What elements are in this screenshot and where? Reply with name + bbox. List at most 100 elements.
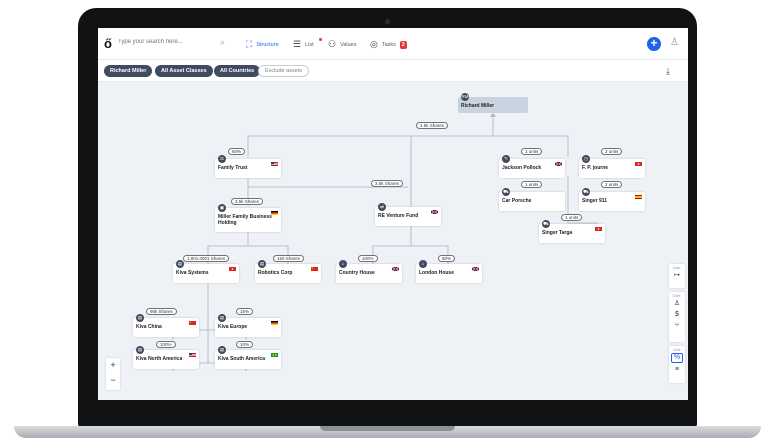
entity-node-kiva-europe[interactable]: ▤ Kiva Europe: [215, 314, 281, 337]
asset-node-fp-journe[interactable]: ◷ F. P. journe: [579, 155, 645, 178]
flag-uk-icon: [555, 162, 562, 166]
arrows-icon[interactable]: ↦: [669, 270, 685, 281]
ownership-pill: 1.5k Shares: [416, 122, 449, 129]
ownership-pill: 150 Shares: [273, 255, 305, 262]
zoom-controls: + −: [106, 358, 120, 390]
dollar-icon[interactable]: $: [669, 309, 685, 320]
top-bar: ő ⌕ ⛶ Structure ☰ List ⚇ Values ◎ Tasks …: [98, 28, 688, 60]
tab-values-label: Values: [340, 41, 357, 48]
exclude-assets-button[interactable]: Exclude assets: [258, 65, 309, 77]
list-notification-dot: [319, 38, 322, 41]
zoom-in-icon[interactable]: +: [106, 358, 120, 373]
flag-de-icon: [271, 211, 278, 215]
tab-structure-label: Structure: [256, 41, 279, 48]
tab-structure[interactable]: ⛶ Structure: [246, 39, 279, 50]
asset-node-jackson-pollock[interactable]: ✎ Jackson Pollock: [499, 155, 565, 178]
node-label: Family Trust: [218, 165, 248, 171]
holding-icon: ▣: [218, 204, 226, 212]
app-logo-icon[interactable]: ő: [104, 36, 112, 51]
trust-icon: ⚖: [218, 155, 226, 163]
node-label: Singer Targa: [542, 230, 573, 236]
ownership-pill: 2 units: [601, 148, 623, 155]
entity-node-kiva-china[interactable]: ▤ Kiva China: [133, 314, 199, 337]
node-label: RE Venture Fund: [378, 213, 419, 219]
watch-icon: ◷: [582, 155, 590, 163]
node-label: Robotics Corp: [258, 270, 293, 276]
flag-ch-icon: [595, 227, 602, 231]
entity-node-re-venture[interactable]: ⇄ RE Venture Fund: [375, 203, 441, 226]
company-icon: ▤: [218, 346, 226, 354]
person-icon: RM: [461, 93, 469, 101]
filter-chip-asset-classes[interactable]: All Asset Classes: [155, 65, 213, 77]
ownership-pill: 15%: [236, 308, 254, 315]
filter-bar: Richard Miller All Asset Classes All Cou…: [98, 60, 688, 82]
ownership-pill: 1 units: [521, 148, 543, 155]
entity-node-kiva-north-america[interactable]: ▤ Kiva North America: [133, 346, 199, 369]
root-node[interactable]: RM Richard Miller: [458, 93, 528, 113]
calc-panel: Calc. ↦: [669, 264, 685, 288]
app-screen: ő ⌕ ⛶ Structure ☰ List ⚇ Values ◎ Tasks …: [98, 28, 688, 400]
ownership-pill: 1 units: [521, 181, 543, 188]
flag-ch-icon: [229, 267, 236, 271]
search-input[interactable]: [118, 39, 213, 45]
filter-chip-countries[interactable]: All Countries: [214, 65, 261, 77]
download-icon[interactable]: ⤓: [666, 66, 670, 77]
search-icon[interactable]: ⌕: [220, 37, 225, 48]
house-icon: ⌂: [419, 260, 427, 268]
zoom-out-icon[interactable]: −: [106, 373, 120, 388]
node-label: F. P. journe: [582, 165, 609, 171]
tab-tasks[interactable]: ◎ Tasks 2: [370, 39, 407, 50]
fund-icon: ⇄: [378, 203, 386, 211]
list-icon: ☰: [293, 39, 302, 49]
hierarchy-icon: ⛶: [246, 39, 253, 49]
person-icon[interactable]: ♙: [669, 298, 685, 309]
user-icon[interactable]: ♙: [670, 37, 679, 48]
art-icon: ✎: [502, 155, 510, 163]
line-panel: Line % ≡: [669, 346, 685, 383]
tasks-count-badge: 2: [399, 40, 407, 49]
tab-values[interactable]: ⚇ Values: [328, 39, 357, 50]
company-icon: ▤: [218, 314, 226, 322]
entity-node-kiva-systems[interactable]: ▤ Kiva Systems: [173, 260, 239, 283]
tab-tasks-label: Tasks: [381, 41, 396, 48]
list-percent-icon[interactable]: ≡: [669, 364, 685, 375]
asset-node-car-porsche[interactable]: ⛟ Car Porsche: [499, 188, 565, 211]
entity-node-robotics-corp[interactable]: ▤ Robotics Corp: [255, 260, 321, 283]
ownership-pill: 1 units: [561, 214, 583, 221]
node-label: Kiva China: [136, 324, 162, 330]
tab-list[interactable]: ☰ List: [293, 39, 314, 50]
flag-uk-icon: [472, 267, 479, 271]
ownership-pill: 3.5k Shares: [371, 180, 404, 187]
structure-canvas[interactable]: RM Richard Miller 1.5k Shares 60% ⚖ Fami…: [98, 83, 688, 400]
flag-uk-icon: [431, 210, 438, 214]
asset-node-singer-911[interactable]: ⛟ Singer 911: [579, 188, 645, 211]
node-label: Miller Family Business Holding: [218, 214, 272, 226]
flag-cn-icon: [189, 321, 196, 325]
root-name: Richard Miller: [461, 103, 495, 109]
ownership-pill: 95k Shares: [146, 308, 177, 315]
filter-chip-person[interactable]: Richard Miller: [104, 65, 153, 77]
branch-icon[interactable]: ⑂: [669, 320, 685, 331]
asset-node-singer-targa[interactable]: ⛟ Singer Targa: [539, 220, 605, 243]
company-icon: ▤: [136, 314, 144, 322]
camera-icon: [385, 19, 390, 24]
add-button[interactable]: +: [647, 37, 661, 51]
asset-node-country-house[interactable]: ⌂ Country House: [336, 260, 402, 283]
company-icon: ▤: [258, 260, 266, 268]
node-label: Country House: [339, 270, 375, 276]
node-label: Kiva North America: [136, 356, 183, 362]
flag-de-icon: [271, 321, 278, 325]
ownership-pill: 1,001.0001 Shares: [183, 255, 230, 262]
percent-icon[interactable]: %: [671, 353, 683, 363]
company-icon: ▤: [176, 260, 184, 268]
line-label: Line: [673, 348, 681, 352]
flag-us-icon: [189, 353, 196, 357]
ownership-pill: 2.5k Shares: [231, 198, 264, 205]
entity-node-holding[interactable]: ▣ Miller Family Business Holding: [215, 204, 281, 232]
node-label: Kiva South America: [218, 356, 266, 362]
asset-node-london-house[interactable]: ⌂ London House: [416, 260, 482, 283]
entity-node-family-trust[interactable]: ⚖ Family Trust: [215, 155, 281, 178]
flag-cn-icon: [311, 267, 318, 271]
values-icon: ⚇: [328, 39, 337, 49]
entity-node-kiva-south-america[interactable]: ▤ Kiva South America: [215, 346, 281, 369]
